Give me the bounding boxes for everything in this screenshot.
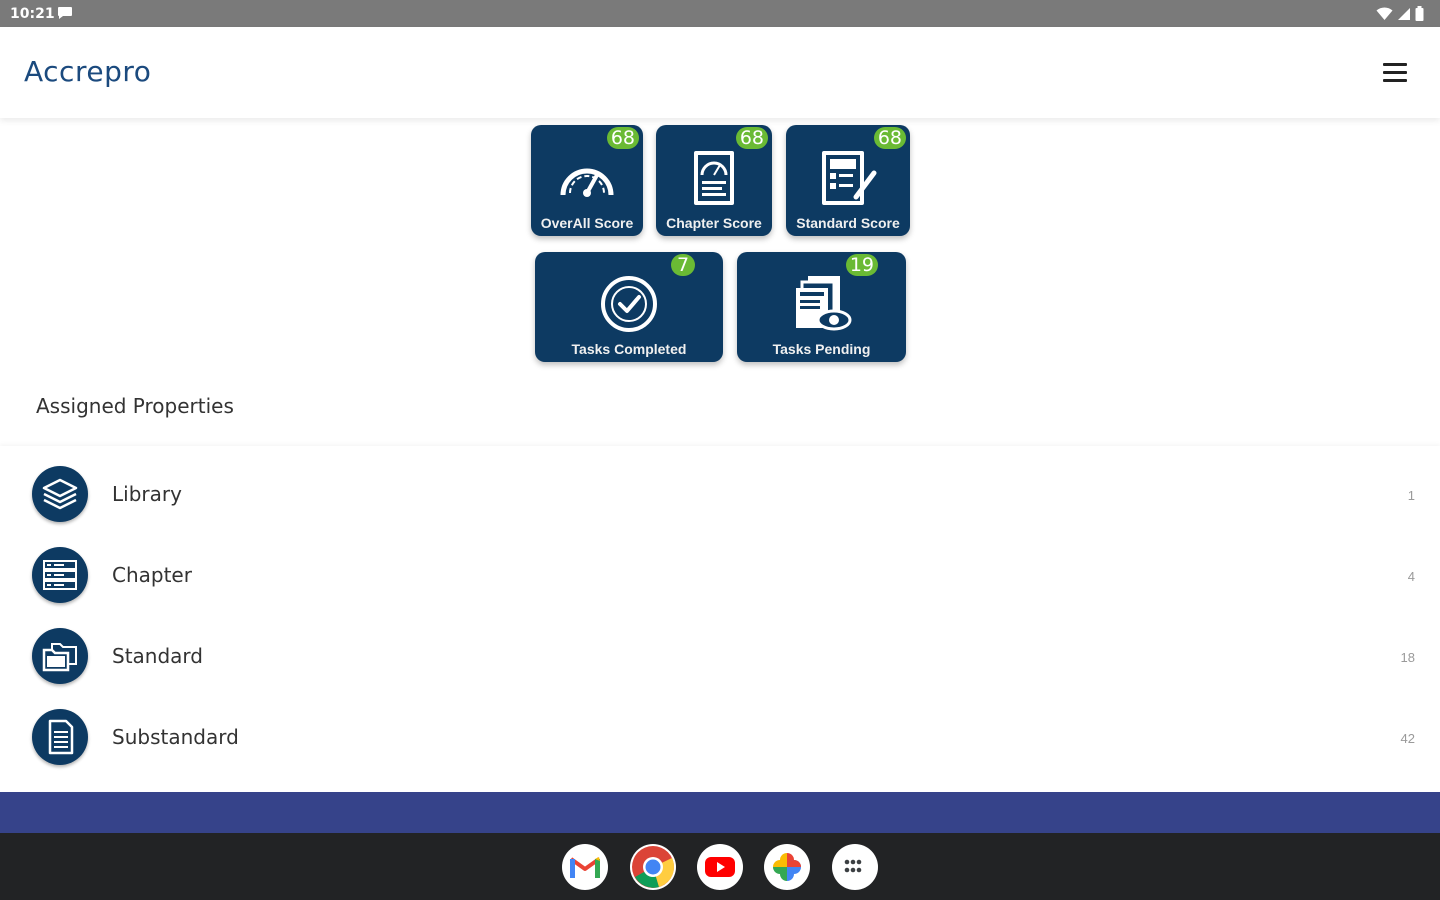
chapter-score-badge: 68 (735, 127, 768, 149)
documents-eye-icon (795, 276, 851, 331)
gmail-icon[interactable] (562, 844, 608, 890)
chapter-document-icon (694, 151, 734, 205)
app-header: Accrepro (0, 27, 1440, 118)
chapter-score-label: Chapter Score (666, 215, 762, 231)
tasks-completed-label: Tasks Completed (571, 341, 687, 357)
list-item-count: 42 (1400, 731, 1415, 746)
standard-score-badge: 68 (873, 127, 906, 149)
list-item-library[interactable]: Library 1 (0, 446, 1440, 527)
tasks-pending-label: Tasks Pending (772, 341, 871, 357)
bottom-navigation-band (0, 792, 1440, 833)
tasks-pending-tile[interactable]: 19 Tasks Pending (737, 252, 906, 362)
layers-icon (32, 466, 88, 522)
standard-score-label: Standard Score (796, 215, 900, 231)
list-item-substandard[interactable]: Substandard 42 (0, 689, 1440, 770)
overall-score-label: OverAll Score (540, 215, 634, 231)
wifi-icon (1376, 6, 1393, 20)
signal-icon (1398, 7, 1410, 20)
system-taskbar (0, 833, 1440, 900)
status-bar: 10:21 (0, 0, 1440, 27)
document-lines-icon (32, 709, 88, 765)
list-item-label: Standard (112, 644, 203, 668)
tasks-completed-badge: 7 (671, 254, 695, 276)
list-item-standard[interactable]: Standard 18 (0, 608, 1440, 689)
overall-score-tile[interactable]: 68 OverAll Score (531, 125, 643, 236)
standard-checklist-icon (822, 151, 877, 205)
status-time: 10:21 (10, 6, 55, 22)
chapter-score-tile[interactable]: 68 Chapter Score (656, 125, 772, 236)
list-item-count: 4 (1407, 569, 1415, 584)
server-rack-icon (32, 547, 88, 603)
list-item-chapter[interactable]: Chapter 4 (0, 527, 1440, 608)
overall-score-badge: 68 (606, 127, 639, 149)
assigned-properties-list: Library 1 Chapter 4 Standard 18 Substand… (0, 446, 1440, 792)
battery-icon (1415, 6, 1424, 21)
list-item-count: 18 (1400, 650, 1415, 665)
assigned-properties-title: Assigned Properties (36, 394, 234, 418)
chrome-icon[interactable] (630, 844, 676, 890)
youtube-icon[interactable] (697, 844, 743, 890)
tasks-pending-badge: 19 (845, 254, 878, 276)
list-item-label: Substandard (112, 725, 239, 749)
folders-icon (32, 628, 88, 684)
tasks-completed-tile[interactable]: 7 Tasks Completed (535, 252, 723, 362)
message-notification-icon (58, 7, 72, 19)
speedometer-icon (560, 168, 614, 197)
photos-icon[interactable] (764, 844, 810, 890)
standard-score-tile[interactable]: 68 Standard Score (786, 125, 910, 236)
app-launcher-icon[interactable] (832, 844, 878, 890)
list-item-count: 1 (1407, 488, 1415, 503)
list-item-label: Chapter (112, 563, 192, 587)
status-indicators (1376, 6, 1424, 21)
list-item-label: Library (112, 482, 182, 506)
hamburger-menu-icon[interactable] (1380, 59, 1410, 85)
app-logo: Accrepro (24, 55, 152, 88)
check-circle-icon (601, 276, 657, 332)
